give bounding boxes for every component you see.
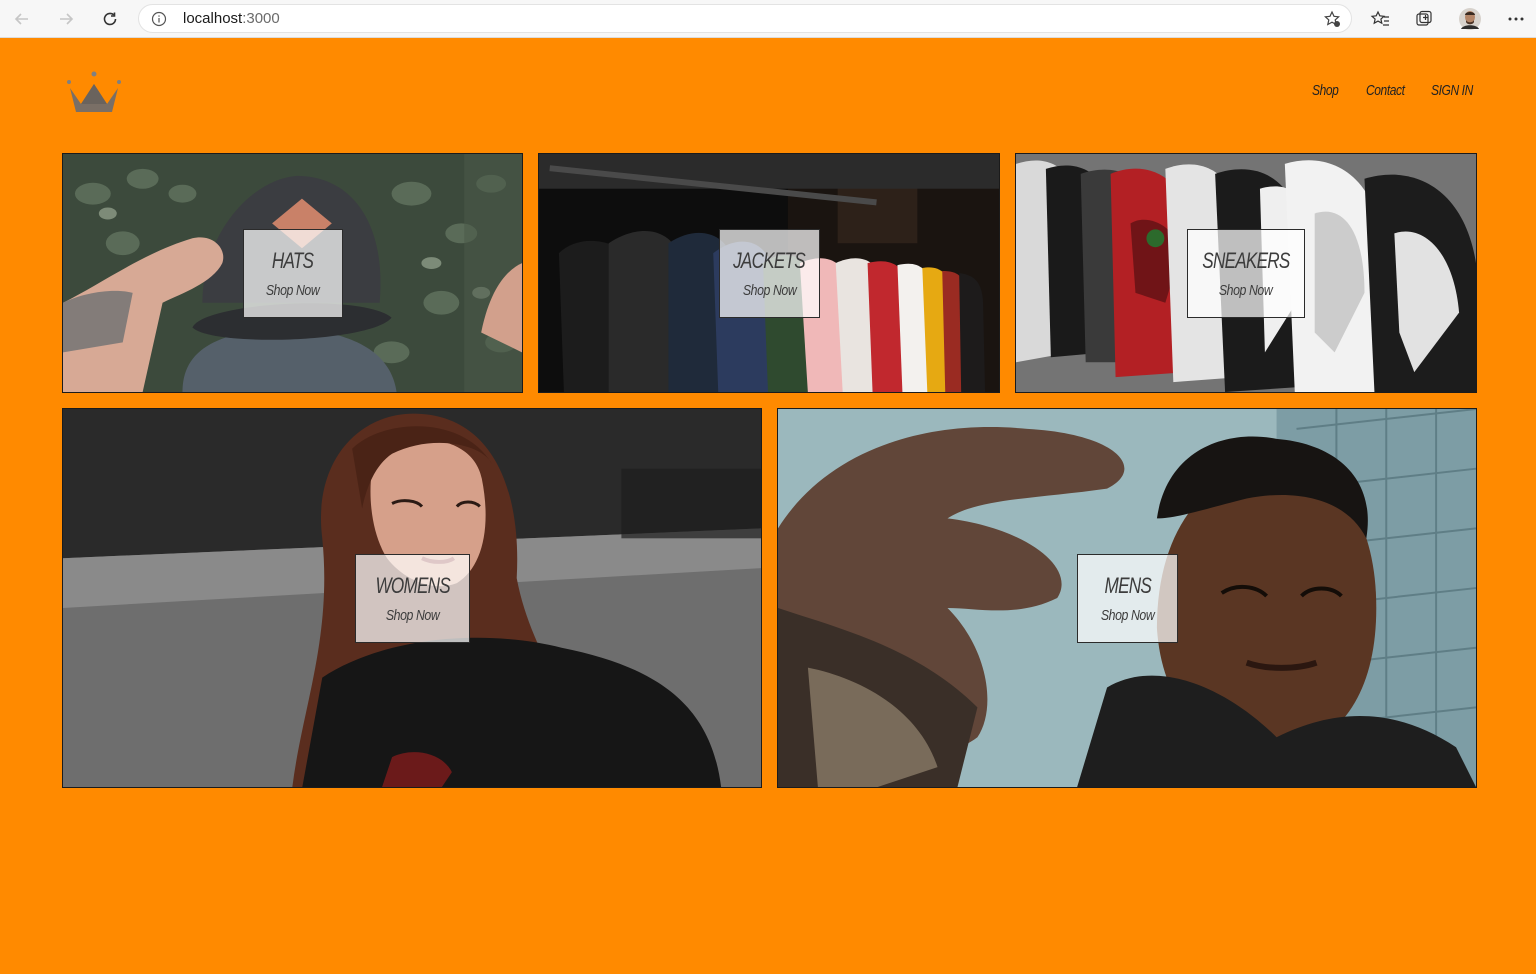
category-title: SNEAKERS: [1202, 248, 1290, 273]
category-title: HATS: [272, 248, 314, 273]
collections-icon: [1416, 10, 1432, 26]
nav-shop-link[interactable]: Shop: [1312, 82, 1339, 99]
more-button[interactable]: [1501, 4, 1531, 34]
nav-sign-in-link[interactable]: SIGN IN: [1431, 82, 1473, 99]
back-arrow-icon: [14, 13, 28, 25]
reload-button[interactable]: [95, 4, 125, 34]
forward-arrow-icon: [60, 13, 74, 25]
info-icon[interactable]: [151, 11, 167, 27]
category-title: JACKETS: [733, 248, 807, 273]
back-button[interactable]: [7, 4, 37, 34]
nav-contact-link[interactable]: Contact: [1366, 82, 1405, 99]
url-port: :3000: [242, 10, 280, 27]
profile-button[interactable]: [1455, 4, 1485, 34]
category-tile-womens[interactable]: WOMENS Shop Now: [62, 408, 762, 788]
shop-now-label: Shop Now: [1100, 607, 1155, 624]
favorites-icon: [1370, 10, 1389, 26]
category-title: MENS: [1104, 573, 1151, 598]
reload-icon: [103, 12, 117, 26]
shop-now-label: Shop Now: [1219, 282, 1273, 299]
category-title: WOMENS: [375, 573, 450, 598]
category-tile-mens[interactable]: MENS Shop Now: [777, 408, 1477, 788]
shop-now-label: Shop Now: [385, 607, 440, 624]
category-tile-hats[interactable]: HATS Shop Now: [62, 153, 523, 393]
add-favorite-icon[interactable]: [1323, 10, 1341, 28]
collections-button[interactable]: [1409, 4, 1439, 34]
category-label-sneakers[interactable]: SNEAKERS Shop Now: [1187, 229, 1305, 318]
avatar: [1459, 8, 1481, 30]
shop-now-label: Shop Now: [266, 282, 320, 299]
category-tile-jackets[interactable]: JACKETS Shop Now: [538, 153, 1000, 393]
more-icon: [1508, 17, 1524, 21]
category-label-mens[interactable]: MENS Shop Now: [1077, 554, 1178, 643]
address-bar[interactable]: localhost:3000: [138, 4, 1352, 33]
url-text: localhost:3000: [183, 10, 280, 27]
shop-now-label: Shop Now: [742, 282, 797, 299]
category-label-jackets[interactable]: JACKETS Shop Now: [719, 229, 820, 318]
category-tile-sneakers[interactable]: SNEAKERS Shop Now: [1015, 153, 1477, 393]
category-label-womens[interactable]: WOMENS Shop Now: [355, 554, 470, 643]
favorites-button[interactable]: [1365, 4, 1395, 34]
browser-toolbar: localhost:3000: [0, 0, 1536, 38]
crown-icon[interactable]: [66, 70, 122, 116]
url-host: localhost: [183, 10, 243, 27]
forward-button[interactable]: [51, 4, 81, 34]
category-label-hats[interactable]: HATS Shop Now: [243, 229, 343, 318]
